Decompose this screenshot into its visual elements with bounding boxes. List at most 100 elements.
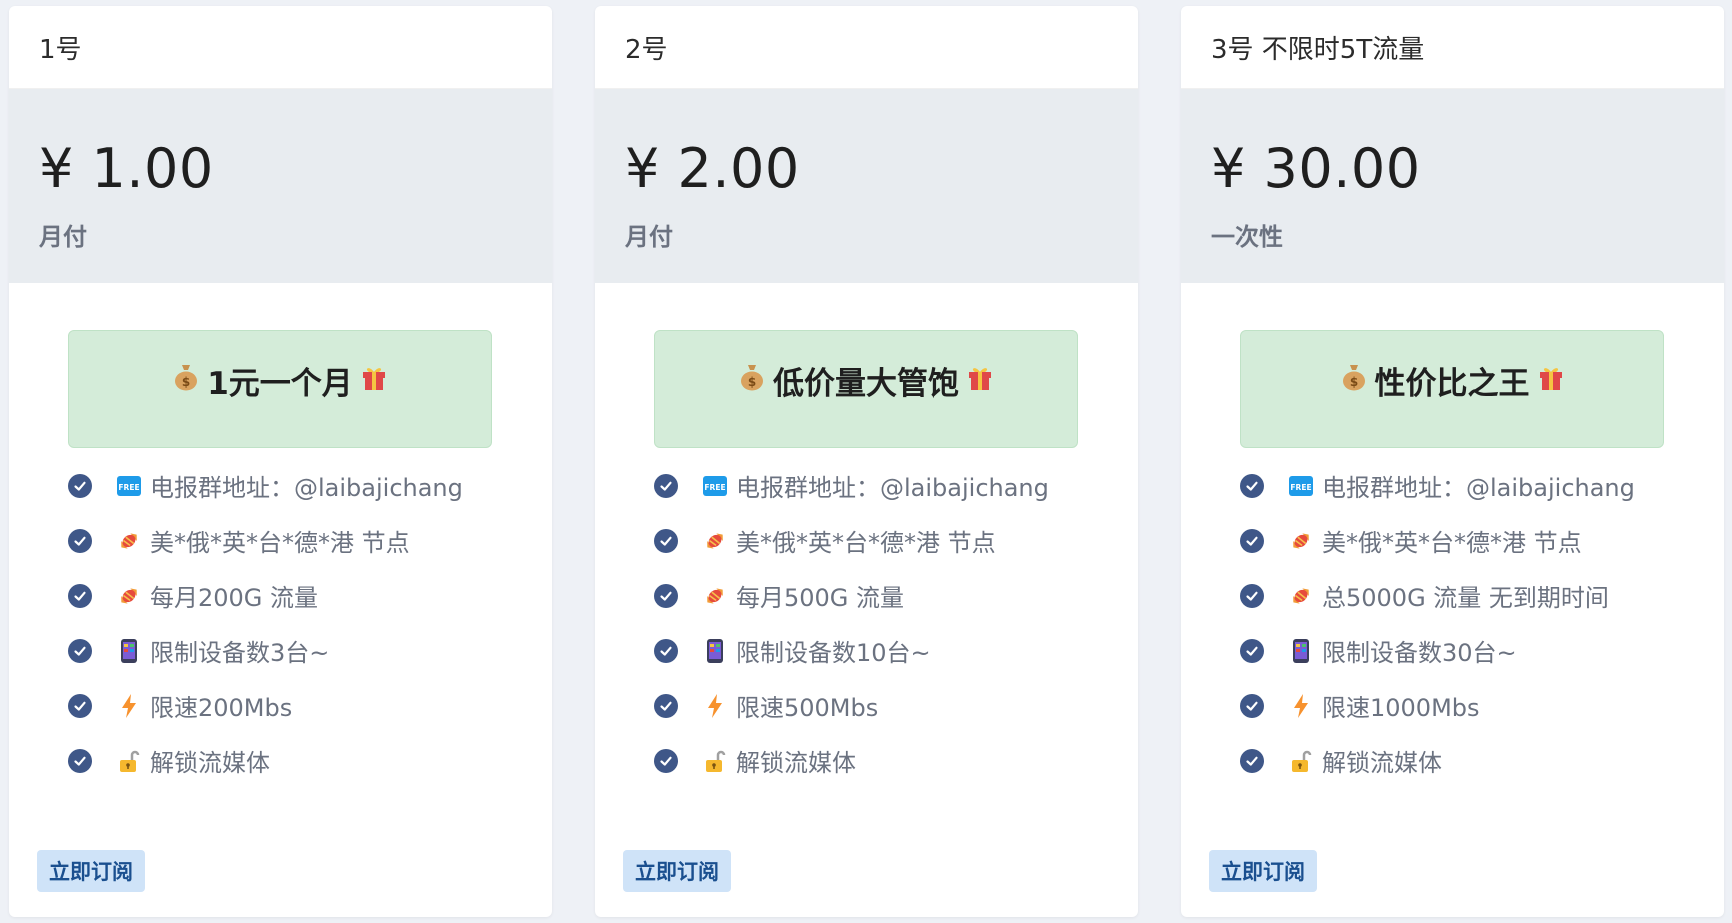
feature-text: 美*俄*英*台*德*港 节点 [1322, 529, 1582, 557]
check-circle-icon [1240, 583, 1264, 608]
money-bag-icon: $ [173, 363, 199, 398]
feature-item: 限制设备数10台~ [654, 623, 1049, 678]
plan-card: 2号 ¥ 2.00 月付 $ 低价量大管饱 FREE 电报群地址：@laibaj… [595, 6, 1138, 917]
feature-item: 解锁流媒体 [654, 733, 1049, 788]
check-circle-icon [68, 473, 92, 498]
feature-item: FREE 电报群地址：@laibajichang [68, 458, 463, 513]
candy-icon [116, 528, 142, 554]
feature-item: 限速500Mbs [654, 678, 1049, 733]
gift-icon [967, 363, 993, 398]
feature-text: 解锁流媒体 [150, 749, 270, 777]
feature-item: 限制设备数30台~ [1240, 623, 1635, 678]
check-circle-icon [68, 693, 92, 718]
feature-text: 总5000G 流量 无到期时间 [1322, 584, 1609, 612]
check-circle-icon [68, 583, 92, 608]
feature-item: 每月200G 流量 [68, 568, 463, 623]
feature-text: 电报群地址：@laibajichang [736, 474, 1049, 502]
gift-icon [361, 363, 387, 398]
plan-card: 1号 ¥ 1.00 月付 $ 1元一个月 FREE 电报群地址：@laibaji… [9, 6, 552, 917]
billing-period: 一次性 [1211, 223, 1283, 251]
lightning-icon [1288, 693, 1314, 719]
feature-text: 限速1000Mbs [1322, 694, 1480, 722]
unlock-icon [702, 748, 728, 774]
feature-text: 限制设备数3台~ [150, 639, 330, 667]
svg-text:FREE: FREE [704, 483, 725, 492]
subscribe-button[interactable]: 立即订阅 [37, 850, 145, 892]
plan-title: 2号 [595, 6, 1138, 89]
phone-icon [1288, 638, 1314, 664]
feature-text: 限制设备数10台~ [736, 639, 931, 667]
price-section: ¥ 2.00 月付 [595, 89, 1138, 283]
free-icon: FREE [702, 473, 728, 499]
candy-icon [1288, 583, 1314, 609]
subscribe-button[interactable]: 立即订阅 [623, 850, 731, 892]
gift-icon [1538, 363, 1564, 398]
subscribe-button[interactable]: 立即订阅 [1209, 850, 1317, 892]
phone-icon [116, 638, 142, 664]
feature-item: 限速200Mbs [68, 678, 463, 733]
price-section: ¥ 30.00 一次性 [1181, 89, 1724, 283]
feature-item: 限速1000Mbs [1240, 678, 1635, 733]
feature-text: 每月500G 流量 [736, 584, 905, 612]
promo-text: 低价量大管饱 [773, 365, 959, 402]
check-circle-icon [654, 638, 678, 663]
check-circle-icon [1240, 693, 1264, 718]
svg-text:$: $ [748, 375, 756, 389]
promo-text: 1元一个月 [207, 365, 353, 402]
svg-text:$: $ [1349, 375, 1357, 389]
feature-item: 美*俄*英*台*德*港 节点 [654, 513, 1049, 568]
promo-banner: $ 性价比之王 [1240, 330, 1664, 448]
feature-text: 限速200Mbs [150, 694, 293, 722]
plan-title: 1号 [9, 6, 552, 89]
candy-icon [116, 583, 142, 609]
feature-text: 解锁流媒体 [1322, 749, 1442, 777]
plan-price: ¥ 2.00 [625, 137, 800, 200]
money-bag-icon: $ [1341, 363, 1367, 398]
unlock-icon [1288, 748, 1314, 774]
feature-item: FREE 电报群地址：@laibajichang [1240, 458, 1635, 513]
check-circle-icon [654, 748, 678, 773]
check-circle-icon [654, 693, 678, 718]
feature-item: FREE 电报群地址：@laibajichang [654, 458, 1049, 513]
candy-icon [702, 528, 728, 554]
feature-item: 总5000G 流量 无到期时间 [1240, 568, 1635, 623]
check-circle-icon [654, 583, 678, 608]
feature-list: FREE 电报群地址：@laibajichang 美*俄*英*台*德*港 节点 … [1240, 458, 1635, 788]
feature-list: FREE 电报群地址：@laibajichang 美*俄*英*台*德*港 节点 … [654, 458, 1049, 788]
candy-icon [702, 583, 728, 609]
check-circle-icon [1240, 638, 1264, 663]
feature-text: 电报群地址：@laibajichang [150, 474, 463, 502]
feature-item: 每月500G 流量 [654, 568, 1049, 623]
plan-card: 3号 不限时5T流量 ¥ 30.00 一次性 $ 性价比之王 FREE 电报群地… [1181, 6, 1724, 917]
check-circle-icon [654, 528, 678, 553]
check-circle-icon [68, 528, 92, 553]
plan-price: ¥ 1.00 [39, 137, 214, 200]
price-section: ¥ 1.00 月付 [9, 89, 552, 283]
feature-text: 限速500Mbs [736, 694, 879, 722]
candy-icon [1288, 528, 1314, 554]
feature-item: 解锁流媒体 [68, 733, 463, 788]
check-circle-icon [654, 473, 678, 498]
svg-text:FREE: FREE [118, 483, 139, 492]
money-bag-icon: $ [739, 363, 765, 398]
promo-banner: $ 低价量大管饱 [654, 330, 1078, 448]
lightning-icon [702, 693, 728, 719]
plan-title: 3号 不限时5T流量 [1181, 6, 1724, 89]
feature-text: 每月200G 流量 [150, 584, 319, 612]
feature-text: 限制设备数30台~ [1322, 639, 1517, 667]
free-icon: FREE [1288, 473, 1314, 499]
check-circle-icon [1240, 748, 1264, 773]
phone-icon [702, 638, 728, 664]
free-icon: FREE [116, 473, 142, 499]
feature-item: 美*俄*英*台*德*港 节点 [1240, 513, 1635, 568]
billing-period: 月付 [39, 223, 87, 251]
svg-text:$: $ [182, 375, 190, 389]
check-circle-icon [1240, 528, 1264, 553]
svg-text:FREE: FREE [1290, 483, 1311, 492]
check-circle-icon [1240, 473, 1264, 498]
promo-text: 性价比之王 [1374, 365, 1530, 402]
feature-text: 解锁流媒体 [736, 749, 856, 777]
check-circle-icon [68, 748, 92, 773]
promo-banner: $ 1元一个月 [68, 330, 492, 448]
feature-text: 美*俄*英*台*德*港 节点 [736, 529, 996, 557]
